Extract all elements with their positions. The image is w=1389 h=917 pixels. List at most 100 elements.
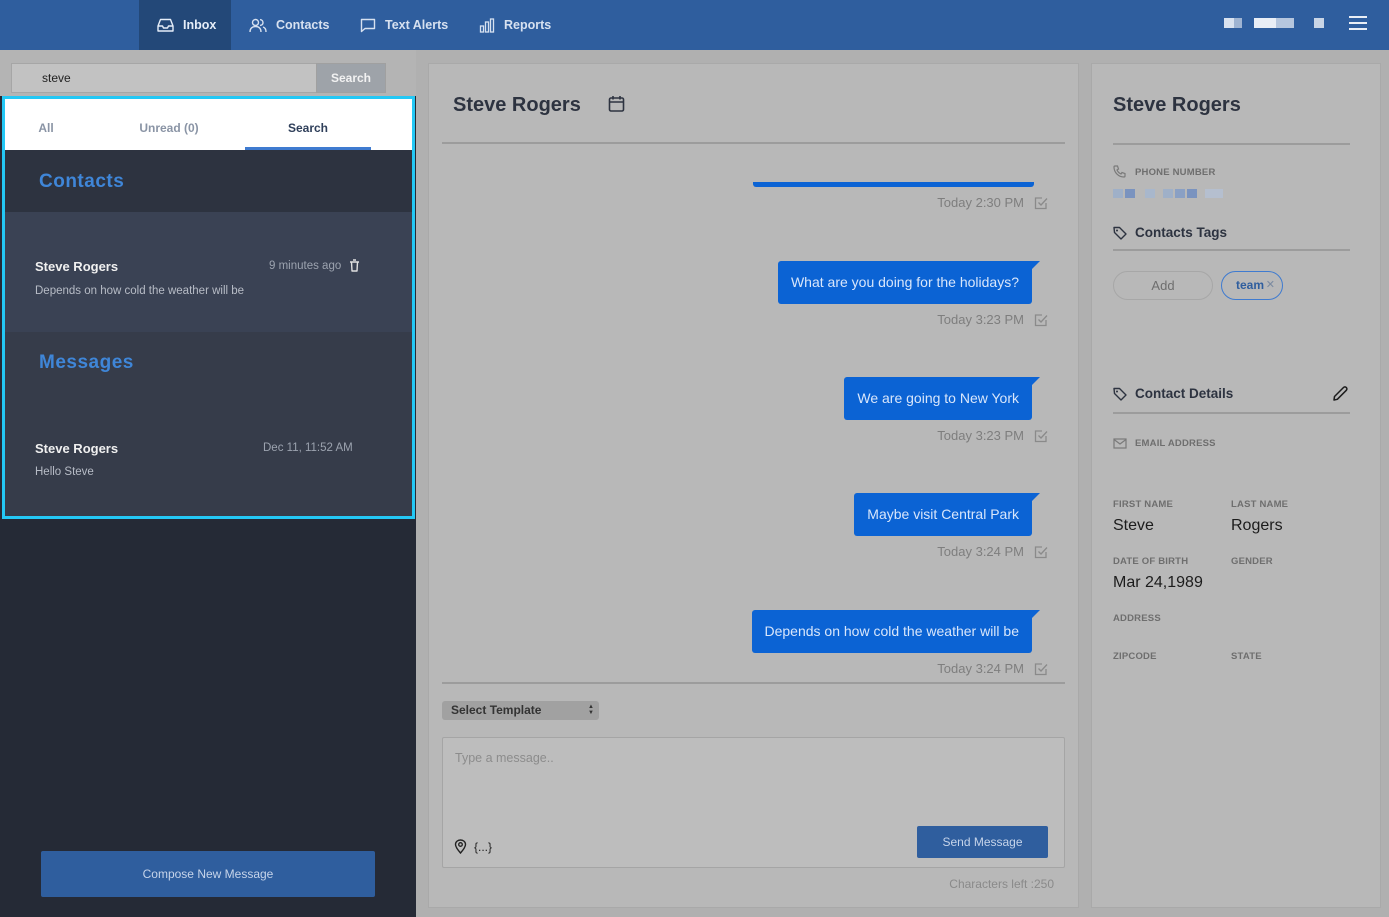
calendar-icon[interactable] <box>608 95 625 113</box>
dob-label: DATE OF BIRTH <box>1113 556 1189 567</box>
tag-chip-label: team <box>1236 278 1265 292</box>
last-name-value: Rogers <box>1231 517 1283 534</box>
phone-number-redacted <box>1113 189 1225 198</box>
tag-icon <box>1113 387 1127 401</box>
nav-tab-inbox[interactable]: Inbox <box>139 0 231 50</box>
phone-label: PHONE NUMBER <box>1135 167 1216 178</box>
messages-heading: Messages <box>39 352 134 373</box>
contacts-heading: Contacts <box>39 171 125 192</box>
search-button[interactable]: Search <box>316 63 386 93</box>
divider <box>442 142 1065 144</box>
trash-icon[interactable] <box>349 259 360 272</box>
add-tag-button[interactable]: Add <box>1113 271 1213 300</box>
hamburger-menu-icon[interactable] <box>1349 16 1367 30</box>
first-name-value: Steve <box>1113 517 1154 534</box>
nav-tab-label: Inbox <box>183 18 217 32</box>
tags-heading-text: Contacts Tags <box>1135 225 1228 240</box>
messages-section-header: Messages <box>5 332 412 394</box>
divider <box>1113 249 1350 251</box>
message-time: Dec 11, 11:52 AM <box>263 442 353 454</box>
edit-pencil-icon[interactable] <box>1332 385 1349 402</box>
divider <box>442 682 1065 684</box>
search-results-panel: All Unread (0) Search Contacts Steve Rog… <box>2 96 415 519</box>
message-timestamp: Today 3:24 PM <box>937 544 1048 559</box>
dob-value: Mar 24,1989 <box>1113 574 1203 591</box>
timestamp-text: Today 3:24 PM <box>937 544 1024 559</box>
search-bar: steve Search <box>0 50 416 96</box>
zipcode-label: ZIPCODE <box>1113 651 1157 662</box>
inbox-icon <box>157 18 174 32</box>
message-bubble: Maybe visit Central Park <box>854 493 1040 536</box>
message-input[interactable]: Type a message.. {...} Send Message <box>442 737 1065 868</box>
contact-time: 9 minutes ago <box>269 260 342 272</box>
message-timestamp: Today 3:23 PM <box>937 428 1048 443</box>
divider <box>1113 412 1350 414</box>
tab-unread[interactable]: Unread (0) <box>105 99 233 150</box>
check-icon <box>1034 196 1048 209</box>
check-icon <box>1034 545 1048 558</box>
tag-icon <box>1113 226 1127 240</box>
divider <box>1113 143 1350 145</box>
conversation-panel: Steve Rogers Today 2:30 PM What are you … <box>428 63 1079 908</box>
contact-preview: Depends on how cold the weather will be <box>35 285 245 297</box>
contact-name: Steve Rogers <box>35 259 119 274</box>
tag-chip[interactable]: team ✕ <box>1221 271 1283 300</box>
remove-tag-icon[interactable]: ✕ <box>1266 272 1275 299</box>
contact-result-item[interactable]: Steve Rogers 9 minutes ago Depends on ho… <box>5 212 412 332</box>
search-input[interactable]: steve <box>11 63 316 93</box>
message-timestamp: Today 3:23 PM <box>937 312 1048 327</box>
email-icon <box>1113 438 1127 449</box>
tab-search[interactable]: Search <box>245 99 371 150</box>
insert-variable-button[interactable]: {...} <box>474 840 492 854</box>
timestamp-text: Today 3:24 PM <box>937 661 1024 676</box>
message-bubble: What are you doing for the holidays? <box>777 261 1041 304</box>
tab-all[interactable]: All <box>5 99 87 150</box>
contact-details-panel: Steve Rogers PHONE NUMBER Contacts Tags … <box>1091 63 1381 908</box>
nav-tab-label: Reports <box>504 18 552 32</box>
check-icon <box>1034 662 1048 675</box>
timestamp-text: Today 2:30 PM <box>937 195 1024 210</box>
first-name-label: FIRST NAME <box>1113 499 1174 510</box>
characters-left-counter: Characters left :250 <box>949 877 1054 891</box>
last-name-label: LAST NAME <box>1231 499 1289 510</box>
nav-tab-text-alerts[interactable]: Text Alerts <box>360 0 448 50</box>
email-label: EMAIL ADDRESS <box>1135 438 1216 449</box>
location-pin-icon[interactable] <box>454 839 467 854</box>
compose-new-message-button[interactable]: Compose New Message <box>41 851 375 897</box>
nav-tab-label: Text Alerts <box>385 18 449 32</box>
address-label: ADDRESS <box>1113 613 1161 624</box>
message-contact-name: Steve Rogers <box>35 441 119 456</box>
message-preview: Hello Steve <box>35 466 94 478</box>
message-bubble: We are going to New York <box>844 377 1040 420</box>
timestamp-text: Today 3:23 PM <box>937 312 1024 327</box>
account-info-redacted[interactable] <box>1224 18 1324 28</box>
bar-chart-icon <box>479 17 495 33</box>
message-result-item[interactable]: Steve Rogers Dec 11, 11:52 AM Hello Stev… <box>5 394 412 516</box>
left-panel: steve Search All Unread (0) Search Conta… <box>0 50 416 917</box>
timestamp-text: Today 3:23 PM <box>937 428 1024 443</box>
updown-arrows-icon: ▲ ▼ <box>588 704 594 716</box>
select-template-label: Select Template <box>451 703 542 717</box>
contacts-tags-heading: Contacts Tags <box>1113 225 1227 240</box>
message-timestamp: Today 2:30 PM <box>937 195 1048 210</box>
nav-tab-contacts[interactable]: Contacts <box>249 0 329 50</box>
message-timestamp: Today 3:24 PM <box>937 661 1048 676</box>
check-icon <box>1034 313 1048 326</box>
message-bubble: Depends on how cold the weather will be <box>751 610 1040 653</box>
check-icon <box>1034 429 1048 442</box>
results-tabs: All Unread (0) Search <box>5 99 412 150</box>
contact-title: Steve Rogers <box>1113 94 1241 116</box>
details-heading-text: Contact Details <box>1135 386 1234 401</box>
conversation-title: Steve Rogers <box>453 94 581 116</box>
contacts-section-header: Contacts <box>5 150 412 212</box>
people-icon <box>249 18 267 32</box>
nav-tab-reports[interactable]: Reports <box>479 0 551 50</box>
top-nav: Inbox Contacts Text Alerts Reports <box>0 0 1389 50</box>
nav-tab-label: Contacts <box>276 18 330 32</box>
message-placeholder: Type a message.. <box>455 751 554 765</box>
select-template-dropdown[interactable]: Select Template ▲ ▼ <box>442 701 599 720</box>
contact-details-heading: Contact Details <box>1113 386 1233 401</box>
message-bubble-partial <box>753 182 1034 187</box>
send-message-button[interactable]: Send Message <box>917 826 1048 858</box>
gender-label: GENDER <box>1231 556 1273 567</box>
